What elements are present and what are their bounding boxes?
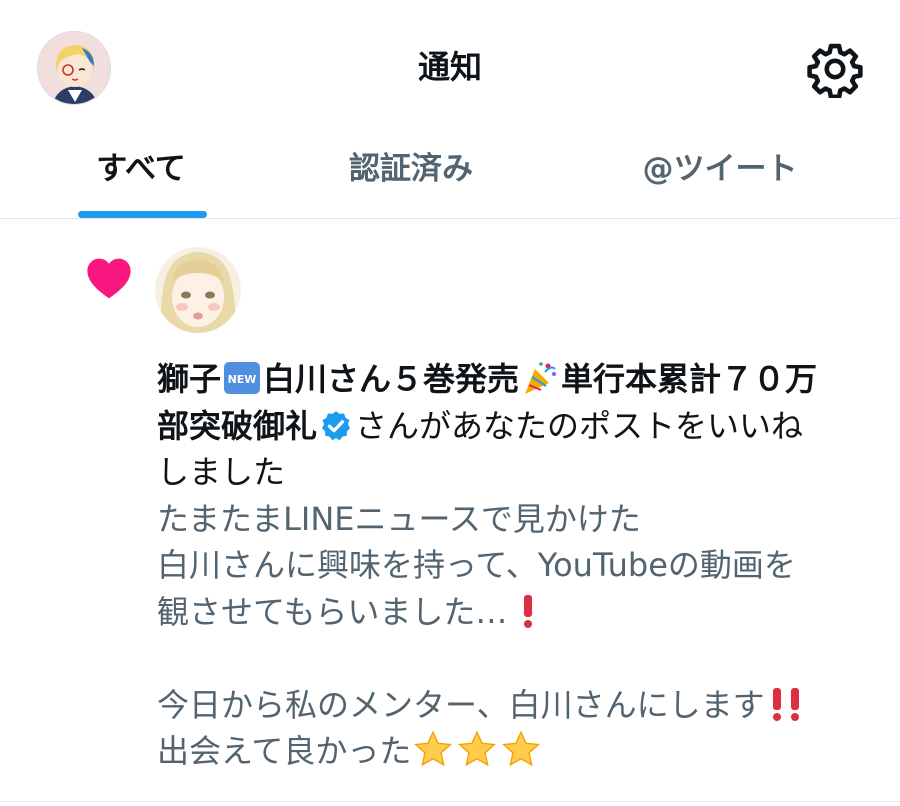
liked-post-line-1: たまたまLINEニュースで見かけた [157, 499, 641, 538]
double-exclamation-icon [772, 687, 799, 721]
page-title: 通知 [417, 48, 482, 86]
new-badge-label: NEW [228, 373, 257, 386]
active-tab-indicator [78, 211, 207, 218]
notification-item[interactable]: 獅子 NEW 白川さん５巻発売 単行本累計７０万 部突破御礼 さんがあなたのポス… [0, 219, 900, 802]
verified-badge-icon [321, 410, 351, 440]
new-badge-icon: NEW [224, 362, 261, 394]
liker-avatar[interactable] [155, 247, 241, 333]
notification-text: 獅子 NEW 白川さん５巻発売 単行本累計７０万 部突破御礼 さんがあなたのポス… [157, 356, 877, 775]
action-text-cont: しました [157, 453, 286, 491]
tab-verified[interactable]: 認証済み [298, 134, 524, 219]
star-icon [458, 730, 497, 767]
top-bar: 通知 [0, 0, 900, 134]
heart-icon [87, 258, 131, 299]
settings-button[interactable] [806, 40, 864, 100]
liked-post-line-4: 今日から私のメンター、白川さんにします [157, 685, 765, 724]
liker-name-cont[interactable]: 白川さん５巻発売 [263, 360, 519, 398]
star-icon [414, 730, 453, 767]
liked-post-line-2: 白川さんに興味を持って、YouTubeの動画を [157, 546, 796, 584]
liker-name[interactable]: 獅子 [157, 360, 221, 398]
notification-tabs: すべて 認証済み @ツイート [0, 134, 900, 219]
exclamation-icon [524, 594, 533, 628]
tab-all[interactable]: すべて [60, 134, 222, 219]
liked-post-line-3: 観させてもらいました… [157, 592, 508, 631]
gear-icon [807, 43, 863, 100]
party-popper-icon [525, 362, 557, 394]
tab-mentions[interactable]: @ツイート [605, 134, 835, 219]
star-icon [502, 730, 541, 767]
user-avatar-icon [155, 247, 241, 333]
liker-name-cont2[interactable]: 単行本累計７０万 [561, 360, 817, 398]
action-text: さんがあなたのポストをいいね [355, 406, 804, 445]
liked-post-line-5: 出会えて良かった [157, 732, 412, 770]
liker-name-cont3[interactable]: 部突破御礼 [157, 407, 317, 445]
